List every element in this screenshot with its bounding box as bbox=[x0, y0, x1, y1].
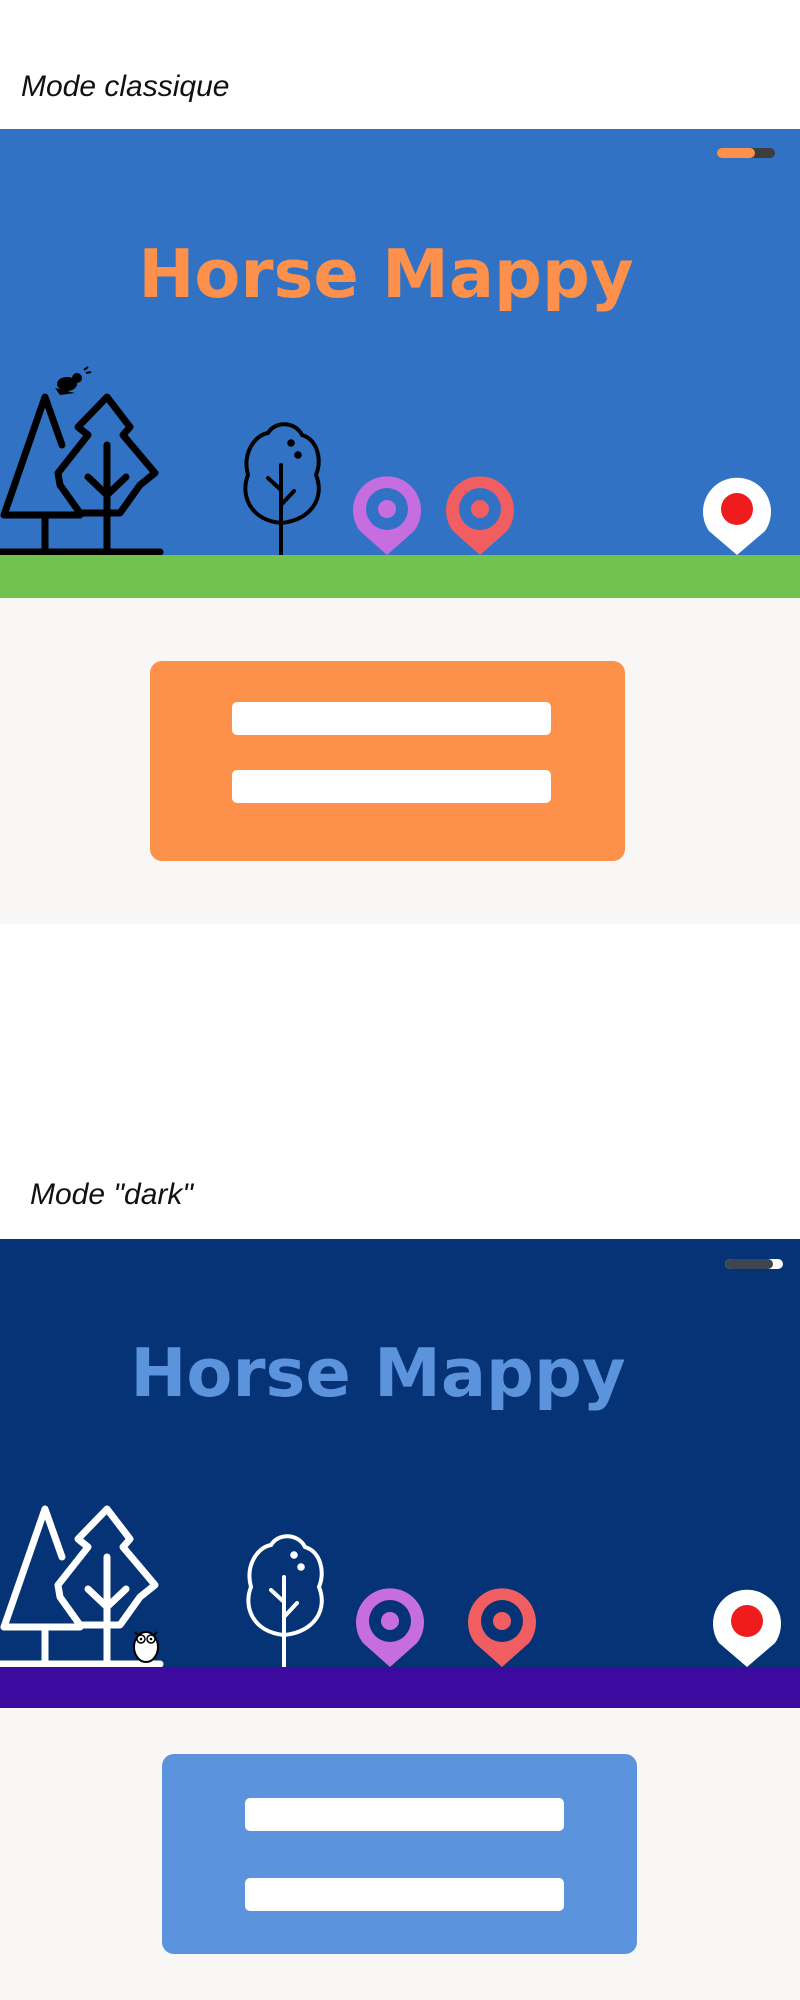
map-pin-purple-icon bbox=[353, 476, 421, 555]
theme-toggle[interactable] bbox=[717, 148, 775, 158]
login-card bbox=[150, 661, 625, 861]
map-pin-white-icon bbox=[703, 477, 772, 555]
owl-icon bbox=[133, 1631, 159, 1663]
header-banner: Horse Mappy bbox=[0, 129, 800, 555]
ground-strip bbox=[0, 555, 800, 598]
password-field[interactable] bbox=[245, 1878, 564, 1911]
pine-tree-icon bbox=[0, 393, 84, 554]
theme-toggle[interactable] bbox=[725, 1259, 783, 1269]
ground-strip bbox=[0, 1667, 800, 1708]
map-pin-red-icon bbox=[468, 1588, 536, 1667]
username-field[interactable] bbox=[232, 702, 551, 735]
pine-tree-icon bbox=[0, 1505, 84, 1666]
username-field[interactable] bbox=[245, 1798, 564, 1831]
map-pin-red-icon bbox=[446, 476, 514, 555]
theme-toggle-knob bbox=[725, 1259, 773, 1269]
mode-label: Mode "dark" bbox=[30, 1178, 194, 1211]
theme-toggle-knob bbox=[717, 148, 755, 158]
bird-icon bbox=[55, 366, 92, 395]
map-pin-white-icon bbox=[713, 1589, 782, 1667]
round-tree-icon bbox=[246, 1534, 324, 1667]
mode-label: Mode classique bbox=[21, 70, 230, 103]
login-area bbox=[0, 1708, 800, 2000]
header-banner: Horse Mappy bbox=[0, 1239, 800, 1667]
app-title: Horse Mappy bbox=[138, 235, 634, 313]
fir-tree-icon bbox=[54, 393, 159, 555]
landscape-scene bbox=[0, 1505, 782, 1667]
login-card bbox=[162, 1754, 637, 1954]
map-pin-purple-icon bbox=[356, 1588, 424, 1667]
app-title: Horse Mappy bbox=[130, 1334, 626, 1412]
password-field[interactable] bbox=[232, 770, 551, 803]
landscape-scene bbox=[0, 366, 772, 555]
round-tree-icon bbox=[243, 422, 321, 555]
login-area bbox=[0, 598, 800, 924]
